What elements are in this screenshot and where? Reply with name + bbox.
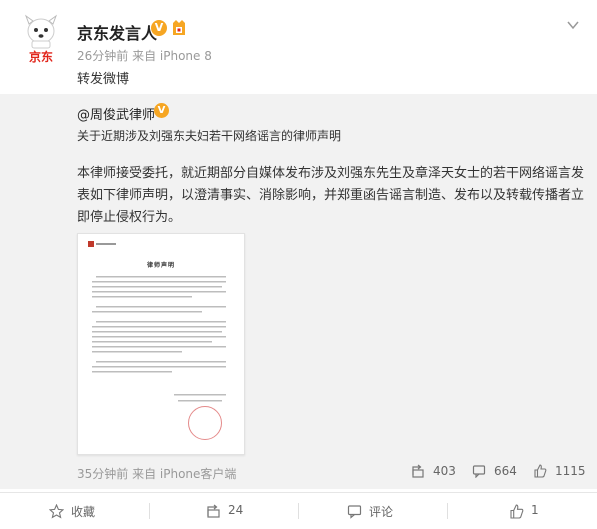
original-body: 本律师接受委托，就近期部分自媒体发布涉及刘强东先生及章泽天女士的若干网络谣言发表…	[77, 166, 585, 225]
repost-action-icon	[207, 504, 220, 518]
post-text: 转发微博	[77, 72, 130, 87]
original-comment-count[interactable]: 664	[494, 464, 517, 478]
original-like-count[interactable]: 1115	[555, 464, 586, 478]
red-seal-stamp	[188, 406, 222, 440]
post-author-name[interactable]: 京东发言人	[77, 20, 157, 44]
like-icon[interactable]	[533, 464, 547, 478]
vip-icon	[173, 20, 185, 35]
post-meta: 26分钟前 来自 iPhone 8	[77, 49, 212, 63]
original-verified-icon: V	[154, 103, 169, 118]
post-header: 京东 京东发言人 V 26分钟前 来自 iPhone 8 转发微博	[0, 0, 597, 94]
comment-label: 评论	[369, 505, 394, 519]
repost-count: 24	[228, 503, 244, 517]
like-count: 1	[531, 503, 539, 517]
collect-label: 收藏	[71, 505, 96, 519]
repost-button[interactable]: 24	[149, 493, 298, 529]
repost-icon[interactable]	[411, 464, 425, 478]
comment-button[interactable]: 评论	[298, 493, 447, 529]
collect-button[interactable]: 收藏	[0, 493, 149, 529]
original-title: 关于近期涉及刘强东夫妇若干网络谣言的律师声明	[77, 129, 342, 143]
weibo-post-view: 京东 京东发言人 V 26分钟前 来自 iPhone 8 转发微博 @周俊武律师…	[0, 0, 597, 529]
like-button[interactable]: 1	[447, 493, 597, 529]
avatar-logo-text: 京东	[29, 49, 53, 64]
chevron-down-icon[interactable]	[566, 18, 580, 32]
original-author[interactable]: @周俊武律师	[77, 104, 155, 123]
jd-dog-avatar-icon[interactable]: 京东	[18, 14, 64, 64]
original-time: 35分钟前 来自 iPhone客户端	[77, 467, 237, 481]
star-icon	[49, 504, 64, 519]
comment-action-icon	[347, 505, 362, 519]
like-action-icon	[510, 504, 524, 519]
verified-v-icon: V	[151, 20, 167, 36]
original-repost-count[interactable]: 403	[433, 464, 456, 478]
action-bar: 收藏 24 评论 1	[0, 492, 597, 529]
statement-document-image[interactable]: 律师声明	[77, 233, 245, 455]
comment-icon[interactable]	[472, 464, 486, 478]
